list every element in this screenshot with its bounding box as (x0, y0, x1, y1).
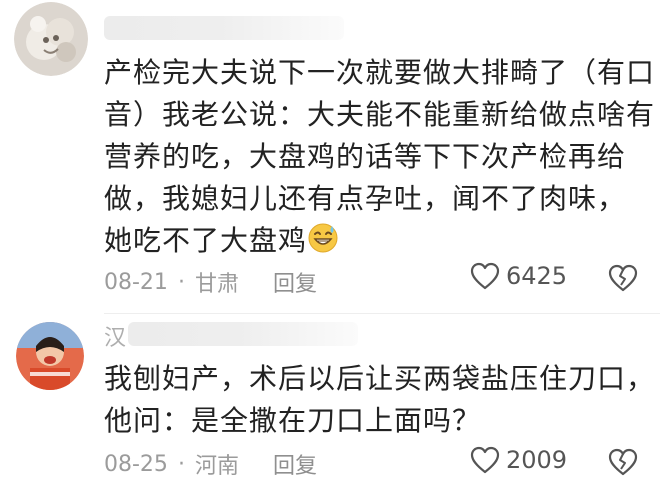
dislike-button[interactable] (608, 448, 638, 480)
reply-button[interactable]: 回复 (273, 448, 317, 480)
like-count: 2009 (506, 446, 568, 474)
comment-line-last: 她吃不了大盘鸡 (104, 220, 644, 266)
dislike-button[interactable] (608, 264, 638, 296)
comment-text: 我刨妇产，术后以后让买两袋盐压住刀口， 他问：是全撒在刀口上面吗？ (104, 358, 656, 442)
username-blur (104, 16, 344, 40)
comment-line: 做，我媳妇儿还有点孕吐，闻不了肉味， (104, 182, 627, 215)
avatar[interactable] (14, 2, 88, 76)
comment-line: 他问：是全撒在刀口上面吗？ (104, 404, 482, 437)
broken-heart-icon (608, 448, 638, 476)
meta-separator: · (177, 269, 185, 295)
avatar[interactable] (16, 322, 84, 390)
broken-heart-icon (608, 264, 638, 292)
username[interactable]: 汉 (104, 320, 358, 351)
reply-button[interactable]: 回复 (273, 266, 317, 298)
comment-item: 产检完大夫说下一次就要做大排畸了（有口 音）我老公说：大夫能不能重新给做点啥有 … (0, 0, 660, 314)
comment-location: 甘肃 (194, 272, 239, 297)
comment-location: 河南 (194, 454, 239, 479)
comment-date: 08-25 (104, 451, 168, 477)
comment-item: 汉 我刨妇产，术后以后让买两袋盐压住刀口， 他问：是全撒在刀口上面吗？ 08-2… (0, 314, 660, 486)
heart-outline-icon (470, 262, 500, 290)
comment-text: 产检完大夫说下一次就要做大排畸了（有口 音）我老公说：大夫能不能重新给做点啥有 … (104, 52, 656, 266)
comment-date: 08-21 (104, 269, 168, 295)
heart-outline-icon (470, 446, 500, 474)
comment-line: 产检完大夫说下一次就要做大排畸了（有口 (104, 56, 656, 89)
comment-line: 营养的吃，大盘鸡的话等下下次产检再给 (104, 140, 627, 173)
like-button[interactable]: 6425 (470, 262, 567, 290)
comment-meta: 08-21 · 甘肃 回复 (104, 266, 317, 298)
like-count: 6425 (506, 262, 568, 290)
comment-line: 我刨妇产，术后以后让买两袋盐压住刀口， (104, 362, 656, 395)
username[interactable] (104, 14, 344, 40)
grinning-sweat-emoji (307, 222, 339, 266)
username-blur (128, 322, 358, 346)
meta-separator: · (177, 451, 185, 477)
like-button[interactable]: 2009 (470, 446, 567, 474)
comment-line: 音）我老公说：大夫能不能重新给做点啥有 (104, 98, 656, 131)
comment-meta: 08-25 · 河南 回复 (104, 448, 317, 480)
